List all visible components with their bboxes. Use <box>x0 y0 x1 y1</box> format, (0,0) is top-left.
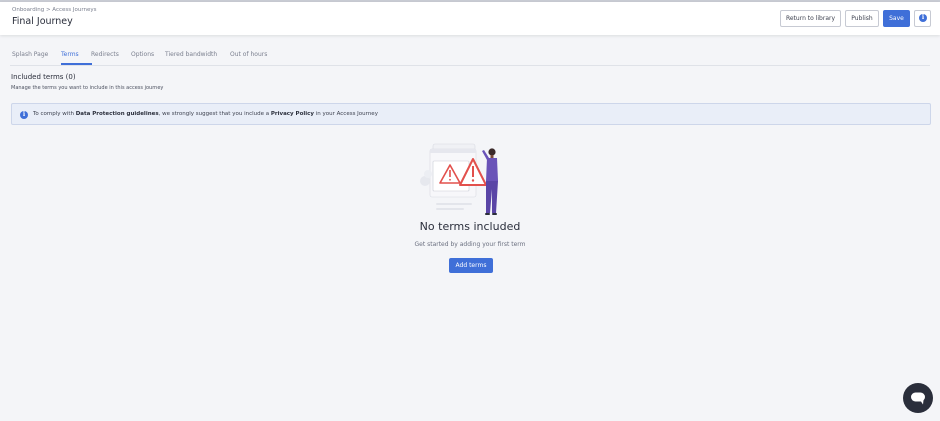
section-subtitle: Manage the terms you want to include in … <box>11 85 164 91</box>
notice-bold-privacy: Privacy Policy <box>270 111 314 117</box>
warning-illustration <box>420 143 498 215</box>
add-terms-button[interactable]: Add terms <box>449 258 493 273</box>
chat-launcher-button[interactable] <box>903 383 933 413</box>
page-header: Onboarding > Access Journeys Final Journ… <box>0 2 940 35</box>
tab-options[interactable]: Options <box>131 50 154 60</box>
info-icon: i <box>919 14 927 22</box>
tabs-divider <box>10 65 930 66</box>
info-button[interactable]: i <box>914 10 931 27</box>
empty-state-title: No terms included <box>419 220 521 233</box>
return-to-library-button[interactable]: Return to library <box>780 10 841 27</box>
publish-button[interactable]: Publish <box>845 10 879 27</box>
tab-splash-page[interactable]: Splash Page <box>12 50 48 60</box>
info-icon: i <box>20 111 28 119</box>
empty-state-subtitle: Get started by adding your first term <box>414 241 526 248</box>
notice-bold-guidelines: Data Protection guidelines <box>75 111 159 117</box>
save-button[interactable]: Save <box>883 10 910 27</box>
tab-out-of-hours[interactable]: Out of hours <box>230 50 267 60</box>
chat-icon <box>911 392 925 405</box>
breadcrumb[interactable]: Onboarding > Access Journeys <box>12 7 97 13</box>
privacy-notice: i To comply with Data Protection guideli… <box>11 103 931 125</box>
page-title: Final Journey <box>12 16 73 27</box>
section-title: Included terms (0) <box>11 73 76 81</box>
tab-redirects[interactable]: Redirects <box>91 50 119 60</box>
tab-terms[interactable]: Terms <box>61 50 79 60</box>
notice-text: To comply with Data Protection guideline… <box>33 111 378 117</box>
tab-tiered-bandwidth[interactable]: Tiered bandwidth <box>165 50 217 60</box>
